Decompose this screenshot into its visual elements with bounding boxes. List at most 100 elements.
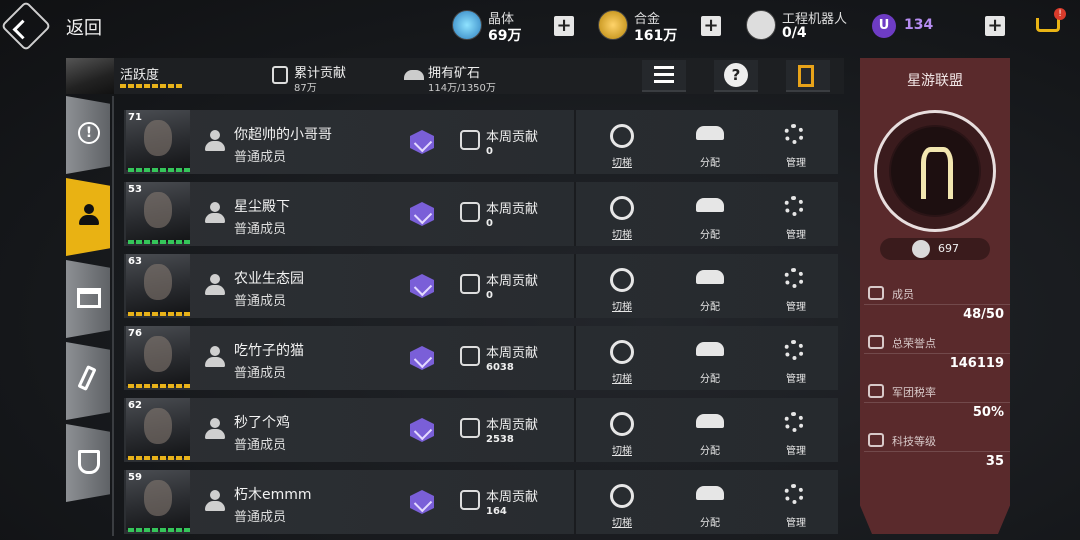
member-rank: 普通成员 — [234, 510, 287, 525]
assign-button[interactable]: 分配 — [690, 192, 730, 241]
divider — [574, 110, 576, 174]
manage-label: 管理 — [786, 158, 806, 169]
assign-label: 分配 — [700, 374, 720, 385]
gear-icon — [784, 124, 804, 144]
weekly-contribution-value: 0 — [486, 290, 493, 301]
alliance-emblem[interactable] — [874, 110, 996, 232]
manage-label: 管理 — [786, 518, 806, 529]
add-u-currency-button[interactable]: + — [985, 16, 1005, 36]
honor-icon — [868, 335, 884, 349]
panel-header: 活跃度 累计贡献 87万 拥有矿石 114万/1350万 ? — [66, 58, 844, 94]
member-rank: 普通成员 — [234, 366, 287, 381]
chevron-left-icon — [12, 19, 33, 40]
manage-button[interactable]: 管理 — [776, 408, 816, 457]
member-row[interactable]: 71 你超帅的小哥哥 普通成员 本周贡献 0 切梯 分配 管理 — [124, 110, 838, 174]
weekly-contribution-label: 本周贡献 — [486, 130, 539, 145]
person-icon — [204, 130, 226, 152]
ladder-label: 切梯 — [612, 230, 632, 241]
top-bar: 返回 晶体 69万 + 合金 161万 + 工程机器人 0/4 U 134 + … — [0, 0, 1080, 52]
u-currency-value: 134 — [904, 17, 934, 33]
divider — [864, 304, 1010, 305]
gear-icon — [784, 340, 804, 360]
person-icon — [204, 274, 226, 296]
rank-badge-icon — [410, 346, 434, 370]
person-icon — [204, 490, 226, 512]
tab-alerts[interactable]: ! — [66, 96, 110, 174]
manage-label: 管理 — [786, 302, 806, 313]
alliance-name: 星游联盟 — [907, 73, 963, 89]
ladder-button[interactable]: 切梯 — [602, 336, 642, 385]
weekly-contribution-value: 2538 — [486, 434, 514, 445]
member-row[interactable]: 53 星尘殿下 普通成员 本周贡献 0 切梯 分配 管理 — [124, 182, 838, 246]
ladder-button[interactable]: 切梯 — [602, 264, 642, 313]
member-row[interactable]: 76 吃竹子的猫 普通成员 本周贡献 6038 切梯 分配 管理 — [124, 326, 838, 390]
cloud-network-icon — [696, 126, 724, 140]
member-row[interactable]: 62 秒了个鸡 普通成员 本周贡献 2538 切梯 分配 管理 — [124, 398, 838, 462]
member-rank: 普通成员 — [234, 150, 287, 165]
alloy-value: 161万 — [634, 28, 678, 44]
trident-icon — [921, 147, 953, 199]
tax-value: 50% — [972, 405, 1004, 420]
back-label[interactable]: 返回 — [66, 14, 102, 40]
person-icon — [204, 346, 226, 368]
cart-icon — [1036, 18, 1060, 32]
ladder-icon — [610, 124, 634, 148]
exit-button[interactable] — [786, 60, 830, 92]
ladder-label: 切梯 — [612, 158, 632, 169]
weekly-contribution-label: 本周贡献 — [486, 202, 539, 217]
manage-button[interactable]: 管理 — [776, 336, 816, 385]
divider — [864, 353, 1010, 354]
ladder-button[interactable]: 切梯 — [602, 120, 642, 169]
assign-button[interactable]: 分配 — [690, 264, 730, 313]
fist-icon — [460, 418, 480, 438]
manage-label: 管理 — [786, 230, 806, 241]
tab-buildings[interactable] — [66, 260, 110, 338]
ladder-button[interactable]: 切梯 — [602, 192, 642, 241]
divider — [574, 254, 576, 318]
assign-button[interactable]: 分配 — [690, 336, 730, 385]
tab-research[interactable] — [66, 342, 110, 420]
manage-label: 管理 — [786, 446, 806, 457]
assign-button[interactable]: 分配 — [690, 408, 730, 457]
ladder-icon — [610, 196, 634, 220]
divider — [574, 182, 576, 246]
ladder-icon — [610, 340, 634, 364]
ladder-label: 切梯 — [612, 302, 632, 313]
add-crystal-button[interactable]: + — [554, 16, 574, 36]
assign-button[interactable]: 分配 — [690, 480, 730, 529]
person-icon — [204, 418, 226, 440]
weekly-contribution-value: 0 — [486, 218, 493, 229]
fist-icon — [460, 202, 480, 222]
help-button[interactable]: ? — [714, 60, 758, 92]
scroll-rail[interactable] — [112, 96, 114, 536]
avatar[interactable] — [66, 58, 114, 94]
ladder-button[interactable]: 切梯 — [602, 408, 642, 457]
member-level: 76 — [128, 328, 142, 339]
divider — [864, 402, 1010, 403]
crystal-icon — [452, 10, 482, 40]
member-row[interactable]: 59 朽木emmm 普通成员 本周贡献 164 切梯 分配 管理 — [124, 470, 838, 534]
manage-button[interactable]: 管理 — [776, 480, 816, 529]
list-button[interactable] — [642, 60, 686, 92]
manage-button[interactable]: 管理 — [776, 264, 816, 313]
building-icon — [77, 288, 101, 308]
member-level: 53 — [128, 184, 142, 195]
add-alloy-button[interactable]: + — [701, 16, 721, 36]
back-button[interactable] — [0, 0, 52, 52]
tab-members[interactable] — [66, 178, 110, 256]
manage-button[interactable]: 管理 — [776, 120, 816, 169]
ladder-button[interactable]: 切梯 — [602, 480, 642, 529]
tab-defense[interactable] — [66, 424, 110, 502]
divider — [574, 470, 576, 534]
shop-cart-button[interactable]: ! — [1034, 8, 1066, 40]
member-row[interactable]: 63 农业生态园 普通成员 本周贡献 0 切梯 分配 管理 — [124, 254, 838, 318]
tech-label: 科技等级 — [892, 435, 936, 448]
manage-button[interactable]: 管理 — [776, 192, 816, 241]
member-name: 朽木emmm — [234, 487, 312, 503]
cloud-network-icon — [696, 414, 724, 428]
members-label: 成员 — [892, 288, 914, 301]
ladder-label: 切梯 — [612, 518, 632, 529]
ladder-label: 切梯 — [612, 374, 632, 385]
fist-icon — [272, 66, 288, 84]
assign-button[interactable]: 分配 — [690, 120, 730, 169]
